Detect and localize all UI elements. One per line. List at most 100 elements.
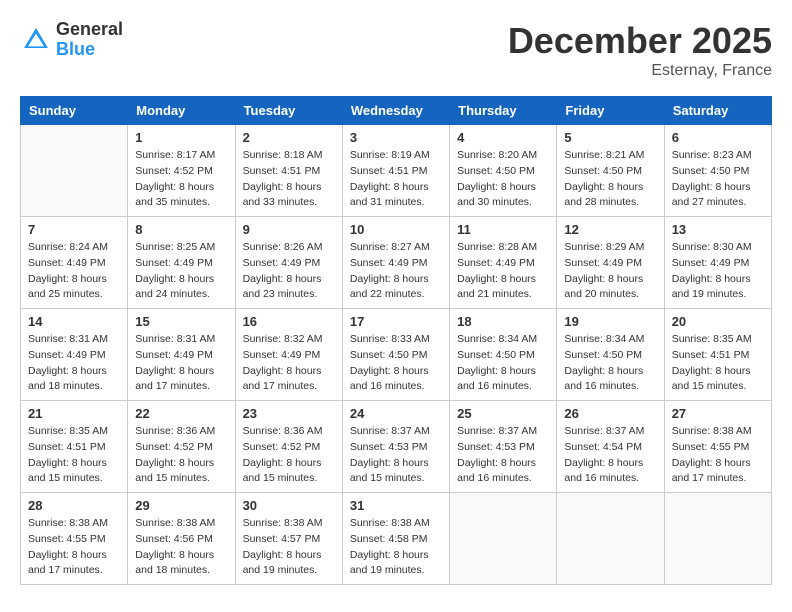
day-number: 8 [135, 222, 227, 237]
weekday-header: Sunday [21, 97, 128, 125]
day-info: Sunrise: 8:30 AMSunset: 4:49 PMDaylight:… [672, 240, 764, 303]
calendar-cell: 17 Sunrise: 8:33 AMSunset: 4:50 PMDayligh… [342, 309, 449, 401]
calendar-cell: 25 Sunrise: 8:37 AMSunset: 4:53 PMDayligh… [450, 401, 557, 493]
day-number: 22 [135, 406, 227, 421]
day-number: 29 [135, 498, 227, 513]
calendar-cell [21, 125, 128, 217]
day-number: 30 [243, 498, 335, 513]
weekday-header: Tuesday [235, 97, 342, 125]
weekday-header: Friday [557, 97, 664, 125]
calendar-cell: 3 Sunrise: 8:19 AMSunset: 4:51 PMDaylight… [342, 125, 449, 217]
day-info: Sunrise: 8:20 AMSunset: 4:50 PMDaylight:… [457, 148, 549, 211]
day-info: Sunrise: 8:34 AMSunset: 4:50 PMDaylight:… [457, 332, 549, 395]
calendar-table: SundayMondayTuesdayWednesdayThursdayFrid… [20, 96, 772, 585]
weekday-header: Monday [128, 97, 235, 125]
day-info: Sunrise: 8:32 AMSunset: 4:49 PMDaylight:… [243, 332, 335, 395]
day-info: Sunrise: 8:36 AMSunset: 4:52 PMDaylight:… [243, 424, 335, 487]
calendar-cell: 11 Sunrise: 8:28 AMSunset: 4:49 PMDayligh… [450, 217, 557, 309]
day-info: Sunrise: 8:33 AMSunset: 4:50 PMDaylight:… [350, 332, 442, 395]
location: Esternay, France [508, 62, 772, 80]
calendar-cell: 27 Sunrise: 8:38 AMSunset: 4:55 PMDayligh… [664, 401, 771, 493]
calendar-cell: 21 Sunrise: 8:35 AMSunset: 4:51 PMDayligh… [21, 401, 128, 493]
calendar-cell [557, 493, 664, 585]
title-area: December 2025 Esternay, France [508, 20, 772, 80]
day-number: 17 [350, 314, 442, 329]
day-number: 28 [28, 498, 120, 513]
calendar-cell [664, 493, 771, 585]
day-number: 11 [457, 222, 549, 237]
day-number: 14 [28, 314, 120, 329]
calendar-cell: 22 Sunrise: 8:36 AMSunset: 4:52 PMDayligh… [128, 401, 235, 493]
calendar-cell: 1 Sunrise: 8:17 AMSunset: 4:52 PMDaylight… [128, 125, 235, 217]
day-number: 15 [135, 314, 227, 329]
day-info: Sunrise: 8:38 AMSunset: 4:58 PMDaylight:… [350, 516, 442, 579]
day-info: Sunrise: 8:37 AMSunset: 4:53 PMDaylight:… [457, 424, 549, 487]
day-info: Sunrise: 8:24 AMSunset: 4:49 PMDaylight:… [28, 240, 120, 303]
calendar-cell: 13 Sunrise: 8:30 AMSunset: 4:49 PMDayligh… [664, 217, 771, 309]
calendar-cell: 15Sunrise: 8:31 AMSunset: 4:49 PMDayligh… [128, 309, 235, 401]
day-info: Sunrise: 8:17 AMSunset: 4:52 PMDaylight:… [135, 148, 227, 211]
day-info: Sunrise: 8:37 AMSunset: 4:54 PMDaylight:… [564, 424, 656, 487]
calendar-cell: 24Sunrise: 8:37 AMSunset: 4:53 PMDayligh… [342, 401, 449, 493]
day-info: Sunrise: 8:38 AMSunset: 4:56 PMDaylight:… [135, 516, 227, 579]
day-info: Sunrise: 8:34 AMSunset: 4:50 PMDaylight:… [564, 332, 656, 395]
calendar-cell: 6Sunrise: 8:23 AMSunset: 4:50 PMDaylight… [664, 125, 771, 217]
day-info: Sunrise: 8:38 AMSunset: 4:55 PMDaylight:… [28, 516, 120, 579]
day-info: Sunrise: 8:38 AMSunset: 4:55 PMDaylight:… [672, 424, 764, 487]
day-number: 1 [135, 130, 227, 145]
day-info: Sunrise: 8:27 AMSunset: 4:49 PMDaylight:… [350, 240, 442, 303]
logo-general: General [56, 20, 123, 40]
day-number: 25 [457, 406, 549, 421]
logo-blue: Blue [56, 40, 123, 60]
day-info: Sunrise: 8:19 AMSunset: 4:51 PMDaylight:… [350, 148, 442, 211]
day-info: Sunrise: 8:31 AMSunset: 4:49 PMDaylight:… [28, 332, 120, 395]
day-number: 18 [457, 314, 549, 329]
calendar-cell: 10 Sunrise: 8:27 AMSunset: 4:49 PMDayligh… [342, 217, 449, 309]
calendar-week-row: 14 Sunrise: 8:31 AMSunset: 4:49 PMDayligh… [21, 309, 772, 401]
calendar-cell: 14 Sunrise: 8:31 AMSunset: 4:49 PMDayligh… [21, 309, 128, 401]
calendar-header-row: SundayMondayTuesdayWednesdayThursdayFrid… [21, 97, 772, 125]
day-number: 7 [28, 222, 120, 237]
calendar-cell: 2Sunrise: 8:18 AMSunset: 4:51 PMDaylight… [235, 125, 342, 217]
day-number: 20 [672, 314, 764, 329]
weekday-header: Saturday [664, 97, 771, 125]
calendar-cell: 16 Sunrise: 8:32 AMSunset: 4:49 PMDayligh… [235, 309, 342, 401]
day-info: Sunrise: 8:25 AMSunset: 4:49 PMDaylight:… [135, 240, 227, 303]
calendar-cell [450, 493, 557, 585]
calendar-week-row: 21 Sunrise: 8:35 AMSunset: 4:51 PMDayligh… [21, 401, 772, 493]
day-number: 24 [350, 406, 442, 421]
day-number: 26 [564, 406, 656, 421]
day-info: Sunrise: 8:26 AMSunset: 4:49 PMDaylight:… [243, 240, 335, 303]
day-info: Sunrise: 8:36 AMSunset: 4:52 PMDaylight:… [135, 424, 227, 487]
day-info: Sunrise: 8:29 AMSunset: 4:49 PMDaylight:… [564, 240, 656, 303]
logo: General Blue [20, 20, 123, 60]
day-number: 3 [350, 130, 442, 145]
calendar-cell: 5 Sunrise: 8:21 AMSunset: 4:50 PMDaylight… [557, 125, 664, 217]
month-title: December 2025 [508, 20, 772, 62]
calendar-cell: 4 Sunrise: 8:20 AMSunset: 4:50 PMDaylight… [450, 125, 557, 217]
day-number: 10 [350, 222, 442, 237]
logo-text: General Blue [56, 20, 123, 60]
day-info: Sunrise: 8:28 AMSunset: 4:49 PMDaylight:… [457, 240, 549, 303]
day-number: 19 [564, 314, 656, 329]
day-number: 4 [457, 130, 549, 145]
day-number: 2 [243, 130, 335, 145]
day-info: Sunrise: 8:38 AMSunset: 4:57 PMDaylight:… [243, 516, 335, 579]
day-number: 27 [672, 406, 764, 421]
day-info: Sunrise: 8:21 AMSunset: 4:50 PMDaylight:… [564, 148, 656, 211]
day-number: 5 [564, 130, 656, 145]
day-number: 16 [243, 314, 335, 329]
day-number: 9 [243, 222, 335, 237]
day-number: 21 [28, 406, 120, 421]
day-info: Sunrise: 8:35 AMSunset: 4:51 PMDaylight:… [28, 424, 120, 487]
day-number: 31 [350, 498, 442, 513]
day-info: Sunrise: 8:23 AMSunset: 4:50 PMDaylight:… [672, 148, 764, 211]
calendar-week-row: 7 Sunrise: 8:24 AMSunset: 4:49 PMDaylight… [21, 217, 772, 309]
weekday-header: Wednesday [342, 97, 449, 125]
day-number: 13 [672, 222, 764, 237]
weekday-header: Thursday [450, 97, 557, 125]
calendar-cell: 26 Sunrise: 8:37 AMSunset: 4:54 PMDayligh… [557, 401, 664, 493]
calendar-cell: 20Sunrise: 8:35 AMSunset: 4:51 PMDayligh… [664, 309, 771, 401]
calendar-cell: 12Sunrise: 8:29 AMSunset: 4:49 PMDayligh… [557, 217, 664, 309]
calendar-cell: 31 Sunrise: 8:38 AMSunset: 4:58 PMDayligh… [342, 493, 449, 585]
